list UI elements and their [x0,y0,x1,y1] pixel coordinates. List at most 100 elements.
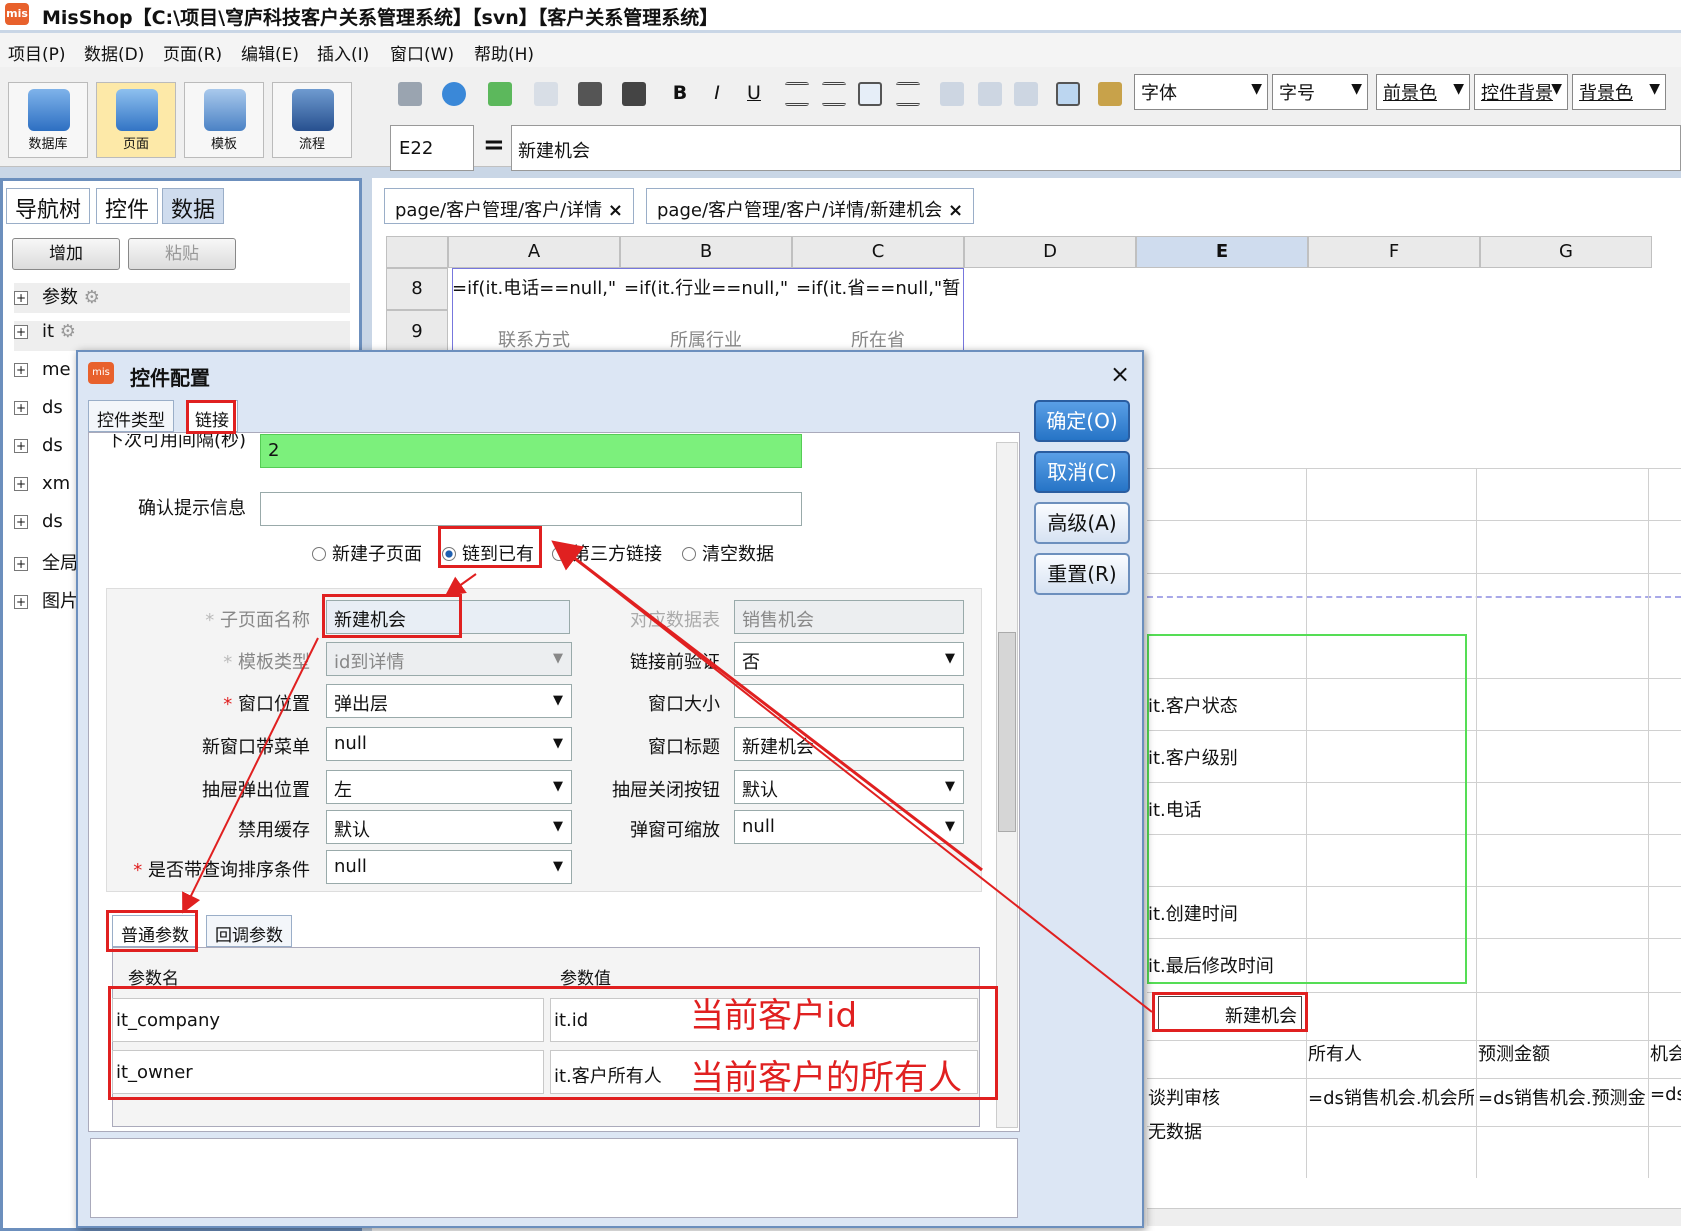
tab-detail-page[interactable]: page/客户管理/客户/详情 × [384,188,634,224]
page-button[interactable]: 页面 [96,82,176,158]
corner-cell[interactable] [386,236,448,268]
template-button[interactable]: 模板 [184,82,264,158]
font-size-select[interactable]: 字号 ▼ [1272,74,1368,110]
header-opportunity[interactable]: 机会 [1650,1040,1681,1066]
cell-c8[interactable]: =if(it.省==null,"暂 [796,274,960,300]
row-header-9[interactable]: 9 [386,310,448,354]
cell-b9[interactable]: 所属行业 [620,326,792,352]
font-select[interactable]: 字体 ▼ [1134,74,1268,110]
column-header-g[interactable]: G [1480,236,1652,268]
browser-icon[interactable] [442,82,466,106]
cell-c9[interactable]: 所在省 [792,326,964,352]
param-name-cell[interactable]: it_company [112,998,544,1042]
confirm-input[interactable] [260,492,802,526]
column-header-d[interactable]: D [964,236,1136,268]
radio-third-party[interactable]: 第三方链接 [552,540,662,566]
drawer-position-select[interactable]: 左 ▼ [326,770,572,804]
row-header-8[interactable]: 8 [386,268,448,310]
interval-input[interactable]: 2 [260,434,802,468]
cell-owner-formula[interactable]: =ds销售机会.机会所 [1308,1084,1474,1110]
cell-negotiation-review[interactable]: 谈判审核 [1148,1084,1288,1110]
tree-item-params[interactable]: + 参数 ⚙ [14,283,350,313]
tab-nav-tree[interactable]: 导航树 [6,188,91,224]
fg-color-select[interactable]: 前景色 ▼ [1376,74,1470,110]
menu-help[interactable]: 帮助(H) [474,40,534,65]
tab-control-type[interactable]: 控件类型 [88,400,174,432]
column-header-c[interactable]: C [792,236,964,268]
align-left-icon[interactable] [785,82,809,106]
cell-a9[interactable]: 联系方式 [448,326,620,352]
column-header-b[interactable]: B [620,236,792,268]
italic-icon[interactable]: I [705,82,729,106]
tab-callback-params[interactable]: 回调参数 [206,915,292,947]
format-brush-icon[interactable] [1098,82,1122,106]
tab-link[interactable]: 链接 [186,400,238,432]
drawer-close-select[interactable]: 默认 ▼ [734,770,964,804]
tab-data[interactable]: 数据 [162,188,225,224]
cell-phone[interactable]: it.电话 [1148,796,1202,822]
find-icon[interactable] [622,82,646,106]
align-justify-icon[interactable] [896,82,920,106]
refresh-icon[interactable] [488,82,512,106]
radio-link-existing[interactable]: 链到已有 [442,540,534,566]
column-header-a[interactable]: A [448,236,620,268]
window-size-input[interactable] [734,684,964,718]
column-header-f[interactable]: F [1308,236,1480,268]
valign-top-icon[interactable] [940,82,964,106]
window-menu-select[interactable]: null ▼ [326,727,572,761]
formula-input[interactable]: 新建机会 [511,125,1681,171]
cell-customer-status[interactable]: it.客户状态 [1148,692,1238,718]
align-right-icon[interactable] [858,82,882,106]
verify-select[interactable]: 否 ▼ [734,642,964,676]
ok-button[interactable]: 确定(O) [1034,400,1130,442]
menu-window[interactable]: 窗口(W) [390,40,454,65]
tab-normal-params[interactable]: 普通参数 [112,915,198,947]
tab-controls[interactable]: 控件 [96,188,159,224]
cell-modified-time[interactable]: it.最后修改时间 [1148,952,1274,978]
tab-new-opportunity-page[interactable]: page/客户管理/客户/详情/新建机会 × [646,188,975,224]
merge-cells-icon[interactable] [1056,82,1080,106]
cancel-button[interactable]: 取消(C) [1034,451,1130,493]
cell-reference-box[interactable]: E22 [390,125,474,171]
header-forecast[interactable]: 预测金额 [1478,1040,1550,1066]
tree-item-it[interactable]: + it ⚙ [14,321,350,351]
template-type-select[interactable]: id到详情 ▼ [326,642,572,676]
new-opportunity-cell[interactable]: 新建机会 [1158,996,1302,1030]
tool-icon[interactable] [578,82,602,106]
menu-edit[interactable]: 编辑(E) [241,40,299,65]
bg-color-select[interactable]: 背景色 ▼ [1572,74,1666,110]
header-owner[interactable]: 所有人 [1308,1040,1362,1066]
paste-button[interactable]: 粘贴 [128,238,236,270]
bold-icon[interactable]: B [668,82,692,106]
cell-forecast-formula[interactable]: =ds销售机会.预测金 [1478,1084,1646,1110]
cell-customer-level[interactable]: it.客户级别 [1148,744,1238,770]
window-title-input[interactable]: 新建机会 [734,727,964,761]
underline-icon[interactable]: U [742,82,766,106]
popup-zoom-select[interactable]: null ▼ [734,810,964,844]
valign-bottom-icon[interactable] [1014,82,1038,106]
cell-created-time[interactable]: it.创建时间 [1148,900,1238,926]
menu-data[interactable]: 数据(D) [84,40,144,65]
save-icon[interactable] [398,82,422,106]
column-header-e[interactable]: E [1136,236,1308,268]
advanced-button[interactable]: 高级(A) [1034,502,1130,544]
window-position-select[interactable]: 弹出层 ▼ [326,684,572,718]
cell-a8[interactable]: =if(it.电话==null," [452,274,618,300]
preview-icon[interactable] [534,82,558,106]
align-center-icon[interactable] [822,82,846,106]
database-button[interactable]: 数据库 [8,82,88,158]
cell-no-data[interactable]: 无数据 [1148,1118,1202,1144]
close-icon[interactable]: × [1110,360,1130,388]
ctrl-bg-select[interactable]: 控件背景 ▼ [1474,74,1568,110]
scrollbar-thumb[interactable] [998,632,1016,832]
menu-page[interactable]: 页面(R) [163,40,222,65]
cell-b8[interactable]: =if(it.行业==null," [624,274,790,300]
valign-middle-icon[interactable] [978,82,1002,106]
reset-button[interactable]: 重置(R) [1034,553,1130,595]
add-button[interactable]: 增加 [12,238,120,270]
table-input[interactable]: 销售机会 [734,600,964,634]
flow-button[interactable]: 流程 [272,82,352,158]
radio-clear-data[interactable]: 清空数据 [682,540,774,566]
param-name-cell[interactable]: it_owner [112,1050,544,1094]
menu-insert[interactable]: 插入(I) [317,40,369,65]
